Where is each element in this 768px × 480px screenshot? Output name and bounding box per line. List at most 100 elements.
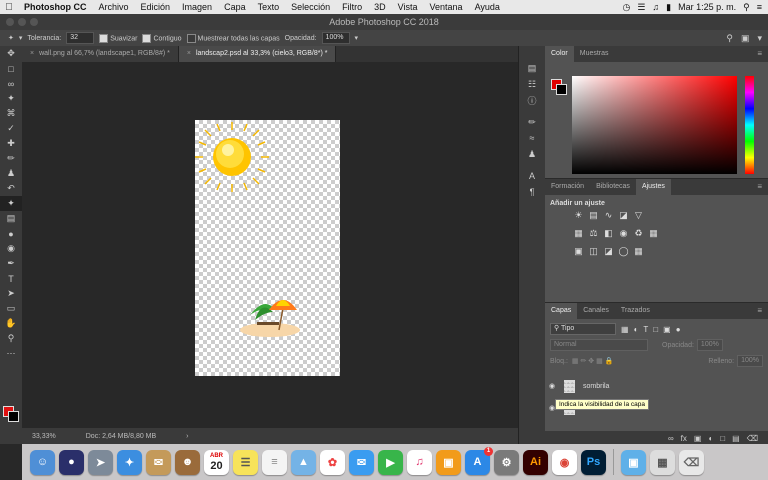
color-background-swatch[interactable] [556,84,567,95]
layer-style-icon[interactable]: fx [681,434,687,443]
exposure-icon[interactable]: ◪ [618,210,629,221]
search-icon[interactable]: ⚲ [726,33,733,44]
search-icon[interactable]: ⚲ [743,2,750,13]
close-window-button[interactable] [6,18,14,26]
crop-tool-icon[interactable]: ⌘ [0,106,22,121]
tab-landscap2[interactable]: × landscap2.psd al 33,3% (cielo3, RGB/8*)… [178,46,337,62]
panel-menu-icon[interactable]: ≡ [757,303,768,319]
safari-icon[interactable]: ✦ [117,449,142,475]
contacts-icon[interactable]: ☻ [175,449,200,475]
photoshop-icon[interactable]: Ps [581,449,606,475]
downloads-folder-icon[interactable]: ▣ [621,449,646,475]
character-panel-icon[interactable]: A [519,168,545,184]
tolerance-input[interactable]: 32 [66,32,95,44]
zoom-tool-icon[interactable]: ⚲ [0,331,22,346]
hue-saturation-icon[interactable]: ▦ [573,228,584,239]
new-layer-icon[interactable]: ▤ [732,434,740,443]
info-panel-icon[interactable]: ⓘ [519,92,545,108]
smooth-checkbox[interactable] [99,33,109,43]
smooth-checkbox-wrap[interactable]: Suavizar [99,33,137,43]
levels-icon[interactable]: ▤ [588,210,599,221]
color-picker-field[interactable] [572,76,737,174]
dodge-tool-icon[interactable]: ◉ [0,241,22,256]
tab-muestras[interactable]: Muestras [574,46,615,62]
quick-select-tool-icon[interactable]: ✦ [0,91,22,106]
workspace-chevron-icon[interactable]: ▾ [757,33,762,44]
color-balance-icon[interactable]: ⚖ [588,228,599,239]
calendar-icon[interactable]: ABR 20 [204,449,229,475]
stamp-tool-icon[interactable]: ♟ [0,166,22,181]
tab-formacion[interactable]: Formación [545,179,590,195]
siri-icon[interactable]: ● [59,449,84,475]
brightness-icon[interactable]: ☀ [573,210,584,221]
marquee-tool-icon[interactable]: □ [0,61,22,76]
background-color-swatch[interactable] [8,411,19,422]
pen-tool-icon[interactable]: ✒ [0,256,22,271]
tab-ajustes[interactable]: Ajustes [635,179,671,195]
apple-icon[interactable]:  [0,2,18,13]
black-white-icon[interactable]: ◧ [603,228,614,239]
sample-all-checkbox[interactable] [186,33,196,43]
tab-wall[interactable]: × wall.png al 66,7% (landscape1, RGB/8#) … [22,46,179,62]
fill-input[interactable]: 100% [737,355,763,367]
curves-icon[interactable]: ∿ [603,210,614,221]
clone-source-icon[interactable]: ♟ [519,146,545,162]
type-tool-icon[interactable]: T [0,271,22,286]
finder-icon[interactable]: ☺ [30,449,55,475]
zoom-level[interactable]: 33,33% [32,433,56,440]
blur-tool-icon[interactable]: ● [0,226,22,241]
panel-menu-icon[interactable]: ≡ [757,46,768,62]
canvas-area[interactable] [22,62,518,428]
workspace-icon[interactable]: ▣ [741,33,750,44]
more-tools-icon[interactable]: ⋯ [0,346,22,361]
menu-ayuda[interactable]: Ayuda [469,0,506,14]
close-tab-icon[interactable]: × [30,50,34,57]
blend-mode-select[interactable]: Normal [550,339,648,351]
filter-smart-icon[interactable]: ▣ [663,325,671,334]
time-machine-icon[interactable]: ◷ [622,2,630,13]
add-mask-icon[interactable]: ▣ [694,434,702,443]
magic-wand-icon[interactable]: ✦ [8,34,14,42]
tab-trazados[interactable]: Trazados [615,303,656,319]
battery-icon[interactable]: ▮ [666,2,671,13]
filter-adjustment-icon[interactable]: ◐ [634,325,639,334]
photos-icon[interactable]: ✿ [320,449,345,475]
zoom-window-button[interactable] [30,18,38,26]
books-icon[interactable]: ▣ [436,449,461,475]
wifi-icon[interactable]: ☰ [637,2,645,13]
launchpad-icon[interactable]: ➤ [88,449,113,475]
opacity-input[interactable]: 100% [321,32,350,44]
menu-capa[interactable]: Capa [218,0,252,14]
link-layers-icon[interactable]: ∞ [668,434,674,443]
filter-pixel-icon[interactable]: ▦ [621,325,629,334]
channel-mixer-icon[interactable]: ♻ [633,228,644,239]
healing-tool-icon[interactable]: ✚ [0,136,22,151]
properties-panel-icon[interactable]: ☷ [519,76,545,92]
menu-list-icon[interactable]: ≡ [757,2,762,12]
filter-toggle-icon[interactable]: ● [676,325,681,334]
tab-color[interactable]: Color [545,46,574,62]
hue-slider[interactable] [745,76,754,174]
chrome-icon[interactable]: ◉ [552,449,577,475]
mail-stamp-icon[interactable]: ✉ [146,449,171,475]
menu-app-name[interactable]: Photoshop CC [18,0,93,14]
layer-opacity-input[interactable]: 100% [696,339,723,351]
layer-row[interactable]: ◉ sombrila [545,377,768,395]
brush-panel-icon[interactable]: ✏ [519,114,545,130]
contiguous-checkbox-wrap[interactable]: Contiguo [142,33,182,43]
minimize-window-button[interactable] [18,18,26,26]
path-select-tool-icon[interactable]: ➤ [0,286,22,301]
brush-tool-icon[interactable]: ✏ [0,151,22,166]
menu-3d[interactable]: 3D [368,0,392,14]
selective-color-icon[interactable]: ◯ [618,246,629,257]
new-adjustment-icon[interactable]: ◐ [708,434,713,443]
illustrator-icon[interactable]: Ai [523,449,548,475]
invert-icon[interactable]: ▣ [573,246,584,257]
new-group-icon[interactable]: □ [720,434,725,443]
menu-seleccion[interactable]: Selección [285,0,336,14]
menu-vista[interactable]: Vista [392,0,424,14]
maps-icon[interactable]: ▲ [291,449,316,475]
tab-canales[interactable]: Canales [577,303,615,319]
menu-archivo[interactable]: Archivo [93,0,135,14]
messages-icon[interactable]: ✉ [349,449,374,475]
